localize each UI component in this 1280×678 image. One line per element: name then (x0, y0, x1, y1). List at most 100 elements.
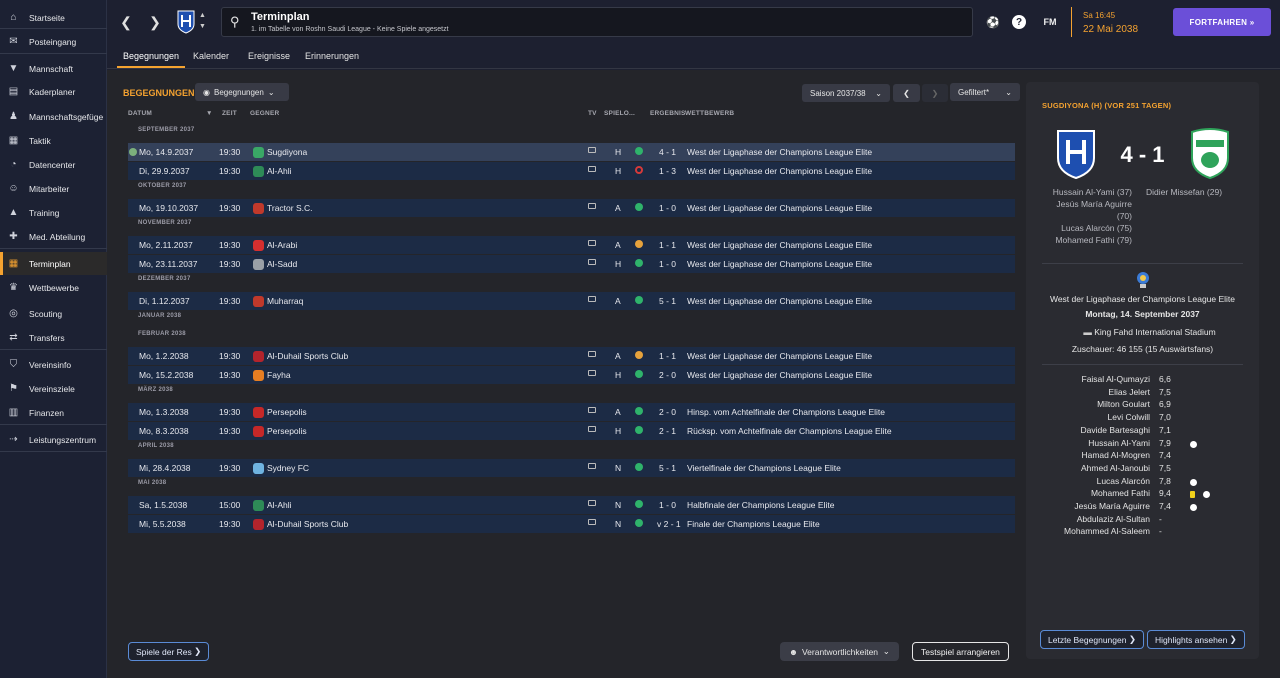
tab-begegnungen[interactable]: Begegnungen (116, 44, 186, 68)
fixture-row[interactable]: Mo, 2.11.2037 19:30 Al-Arabi A 1 - 1 West der… (128, 236, 1015, 254)
fixture-score[interactable]: 2 - 0 (659, 370, 676, 380)
reserve-fixtures-button[interactable]: Spiele der Res ❯ (128, 642, 210, 661)
fm-menu-button[interactable]: FM (1041, 13, 1059, 31)
sidebar-item-mitarbeiter[interactable]: ☺ Mitarbeiter (0, 177, 107, 200)
fixture-row[interactable]: Di, 29.9.2037 19:30 Al-Ahli H 1 - 3 West der … (128, 162, 1015, 180)
fixture-score[interactable]: v 2 - 1 (657, 519, 681, 529)
sidebar-item-taktik[interactable]: ▦ Taktik (0, 129, 107, 152)
last-matches-button[interactable]: Letzte Begegnungen ❯ (1040, 630, 1144, 649)
fixture-opponent[interactable]: Al-Ahli (267, 500, 292, 510)
player-name[interactable]: Hussain Al-Yami (1026, 438, 1150, 448)
sidebar-item-vereinsinfo[interactable]: ⛉ Vereinsinfo (0, 353, 107, 376)
player-name[interactable]: Jesús María Aguirre (1026, 501, 1150, 511)
next-season-button[interactable]: ❯ (922, 84, 948, 102)
fixture-competition[interactable]: West der Ligaphase der Champions League … (687, 370, 872, 380)
column-time[interactable]: ZEIT (222, 110, 237, 117)
sidebar-item-kaderplaner[interactable]: ▤ Kaderplaner (0, 80, 107, 103)
sidebar-item-wettbewerbe[interactable]: ♛ Wettbewerbe (0, 276, 107, 299)
soccer-ball-icon[interactable]: ⚽ (984, 13, 1002, 31)
sidebar-item-startseite[interactable]: ⌂ Startseite (0, 6, 107, 29)
fixture-row[interactable]: Sa, 1.5.2038 15:00 Al-Ahli N 1 - 0 Halbfinale… (128, 496, 1015, 514)
player-name[interactable]: Levi Colwill (1026, 412, 1150, 422)
fixture-opponent[interactable]: Al-Sadd (267, 259, 297, 269)
player-name[interactable]: Abdulaziz Al-Sultan (1026, 514, 1150, 524)
fixture-row[interactable]: Mi, 28.4.2038 19:30 Sydney FC N 5 - 1 Viertel… (128, 459, 1015, 477)
responsibilities-button[interactable]: ☻ Verantwortlichkeiten ⌄ (780, 642, 899, 661)
fixture-competition[interactable]: West der Ligaphase der Champions League … (687, 259, 872, 269)
column-date[interactable]: DATUM (128, 110, 152, 117)
sidebar-item-terminplan[interactable]: ▦ Terminplan (0, 252, 107, 275)
prev-season-button[interactable]: ❮ (893, 84, 920, 102)
fixture-competition[interactable]: Rücksp. vom Achtelfinale der Champions L… (687, 426, 892, 436)
tab-ereignisse[interactable]: Ereignisse (248, 44, 290, 68)
fixture-score[interactable]: 1 - 0 (659, 259, 676, 269)
sidebar-item-leistungszentrum[interactable]: ⇢ Leistungszentrum (0, 428, 107, 451)
highlights-button[interactable]: Highlights ansehen ❯ (1147, 630, 1245, 649)
sidebar-item-mannschaftsgefüge[interactable]: ♟ Mannschaftsgefüge (0, 105, 107, 128)
arrange-friendly-button[interactable]: Testspiel arrangieren (912, 642, 1009, 661)
sidebar-item-training[interactable]: ▲ Training (0, 201, 107, 224)
fixture-score[interactable]: 5 - 1 (659, 296, 676, 306)
fixture-competition[interactable]: Hinsp. vom Achtelfinale der Champions Le… (687, 407, 885, 417)
fixture-row[interactable]: Mo, 23.11.2037 19:30 Al-Sadd H 1 - 0 West der… (128, 255, 1015, 273)
fixture-competition[interactable]: Halbfinale der Champions League Elite (687, 500, 834, 510)
fixture-opponent[interactable]: Al-Duhail Sports Club (267, 519, 348, 529)
sidebar-item-datencenter[interactable]: ◔ Datencenter (0, 153, 107, 176)
player-name[interactable]: Lucas Alarcón (1026, 476, 1150, 486)
fixture-opponent[interactable]: Sugdiyona (267, 147, 307, 157)
player-name[interactable]: Mohamed Fathi (1026, 488, 1150, 498)
fixture-competition[interactable]: Viertelfinale der Champions League Elite (687, 463, 841, 473)
fixture-score[interactable]: 1 - 3 (659, 166, 676, 176)
sidebar-item-finanzen[interactable]: ▥ Finanzen (0, 401, 107, 424)
search-icon[interactable]: ⚲ (230, 14, 240, 30)
sidebar-item-mannschaft[interactable]: ▼ Mannschaft (0, 57, 107, 80)
fixture-opponent[interactable]: Tractor S.C. (267, 203, 313, 213)
sidebar-item-scouting[interactable]: ◎ Scouting (0, 302, 107, 325)
column-venue[interactable]: SPIELO... (604, 110, 635, 117)
player-name[interactable]: Milton Goulart (1026, 399, 1150, 409)
fixture-score[interactable]: 2 - 0 (659, 407, 676, 417)
fixture-score[interactable]: 5 - 1 (659, 463, 676, 473)
fixture-competition[interactable]: West der Ligaphase der Champions League … (687, 203, 872, 213)
column-competition[interactable]: WETTBEWERB (685, 110, 734, 117)
club-crest-icon[interactable] (176, 10, 196, 34)
page-title-box[interactable]: ⚲ Terminplan 1. im Tabelle von Roshn Sau… (221, 7, 973, 37)
fixture-opponent[interactable]: Fayha (267, 370, 291, 380)
fixture-score[interactable]: 1 - 0 (659, 500, 676, 510)
fixture-competition[interactable]: West der Ligaphase der Champions League … (687, 240, 872, 250)
fixture-row[interactable]: Mi, 5.5.2038 19:30 Al-Duhail Sports Club Nv… (128, 515, 1015, 533)
sidebar-item-vereinsziele[interactable]: ⚑ Vereinsziele (0, 377, 107, 400)
fixture-score[interactable]: 4 - 1 (659, 147, 676, 157)
view-dropdown[interactable]: ◉ Begegnungen ⌄ (195, 83, 289, 101)
back-button[interactable]: ❮ (115, 11, 137, 33)
filter-dropdown[interactable]: Gefiltert* ⌄ (950, 83, 1020, 101)
column-opponent[interactable]: GEGNER (250, 110, 279, 117)
player-name[interactable]: Faisal Al-Qumayzi (1026, 374, 1151, 384)
fixture-score[interactable]: 2 - 1 (659, 426, 676, 436)
fixture-opponent[interactable]: Sydney FC (267, 463, 309, 473)
fixture-competition[interactable]: West der Ligaphase der Champions League … (687, 166, 872, 176)
fixture-row[interactable]: Mo, 15.2.2038 19:30 Fayha H 2 - 0 West der Li… (128, 366, 1015, 384)
fixture-opponent[interactable]: Persepolis (267, 426, 307, 436)
sidebar-item-posteingang[interactable]: ✉ Posteingang (0, 30, 107, 53)
column-result[interactable]: ERGEBNIS (650, 110, 686, 117)
fixture-score[interactable]: 1 - 1 (659, 240, 676, 250)
fixture-row[interactable]: Mo, 19.10.2037 19:30 Tractor S.C. A 1 - 0 Wes… (128, 199, 1015, 217)
fixture-opponent[interactable]: Al-Duhail Sports Club (267, 351, 348, 361)
match-panel-title[interactable]: SUGDIYONA (H) (VOR 251 TAGEN) (1042, 101, 1171, 110)
fixture-competition[interactable]: West der Ligaphase der Champions League … (687, 351, 872, 361)
fixture-row[interactable]: Mo, 14.9.2037 19:30 Sugdiyona H 4 - 1 West de… (128, 143, 1015, 161)
fixture-competition[interactable]: West der Ligaphase der Champions League … (687, 147, 872, 157)
sidebar-item-med-abteilung[interactable]: ✚ Med. Abteilung (0, 225, 107, 248)
tab-kalender[interactable]: Kalender (193, 44, 229, 68)
forward-button[interactable]: ❯ (144, 11, 166, 33)
tab-erinnerungen[interactable]: Erinnerungen (305, 44, 359, 68)
date-time-display[interactable]: Sa 16:45 22 Mai 2038 (1071, 7, 1164, 37)
sidebar-item-transfers[interactable]: ⇄ Transfers (0, 326, 107, 349)
fixture-opponent[interactable]: Al-Ahli (267, 166, 292, 176)
help-icon[interactable]: ? (1012, 15, 1026, 29)
fixture-competition[interactable]: West der Ligaphase der Champions League … (687, 296, 872, 306)
fixture-row[interactable]: Mo, 1.2.2038 19:30 Al-Duhail Sports Club A 1… (128, 347, 1015, 365)
fixture-row[interactable]: Di, 1.12.2037 19:30 Muharraq A 5 - 1 West der… (128, 292, 1015, 310)
player-name[interactable]: Elias Jelert (1026, 387, 1150, 397)
